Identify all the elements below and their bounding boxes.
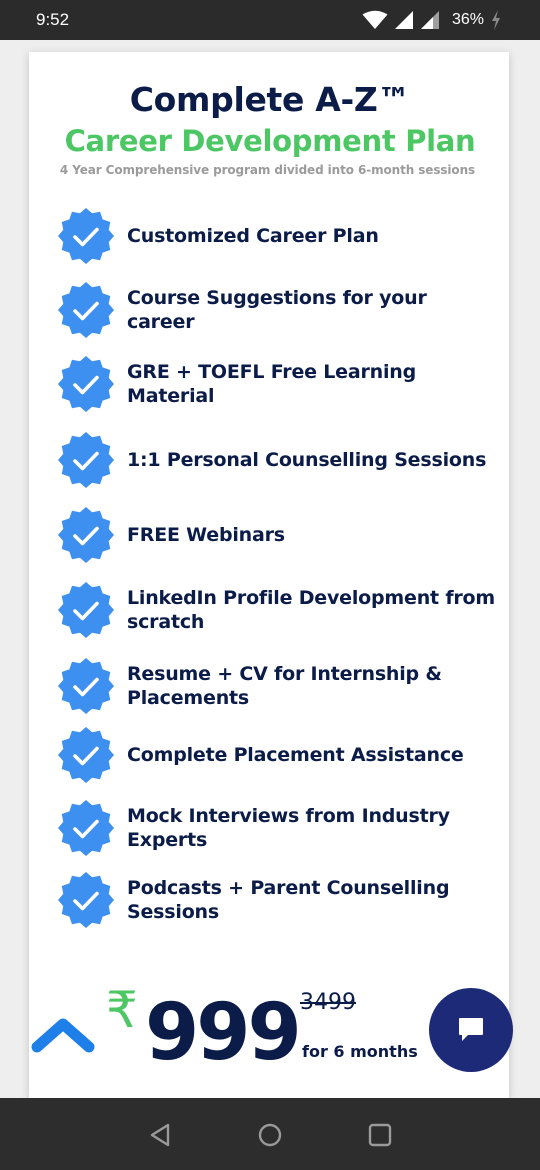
- signal-icon: [394, 11, 413, 29]
- chevron-up-icon: [31, 1018, 95, 1053]
- chat-button[interactable]: [429, 988, 513, 1072]
- verified-check-icon: [58, 658, 114, 714]
- feature-item: GRE + TOEFL Free Learning Material: [56, 354, 501, 414]
- feature-item: LinkedIn Profile Development from scratc…: [56, 580, 501, 640]
- battery-charging-icon: [492, 10, 500, 30]
- price: 999: [145, 988, 302, 1078]
- plan-tagline: 4 Year Comprehensive program divided int…: [59, 163, 476, 177]
- feature-label: Complete Placement Assistance: [127, 744, 464, 766]
- navigation-bar: [0, 1098, 540, 1170]
- verified-check-icon: [58, 282, 114, 338]
- scroll-to-top-button[interactable]: [30, 1012, 96, 1058]
- feature-label: Customized Career Plan: [127, 225, 379, 247]
- battery-percent: 36%: [451, 11, 484, 28]
- verified-check-icon: [58, 800, 114, 856]
- signal-icon: [420, 11, 439, 29]
- feature-item: Podcasts + Parent Counselling Sessions: [56, 870, 501, 930]
- currency-symbol: ₹: [106, 981, 138, 1039]
- verified-check-icon: [58, 872, 114, 928]
- feature-item: Customized Career Plan: [56, 206, 501, 266]
- old-price: 3499: [300, 990, 356, 1015]
- nav-back-button[interactable]: [146, 1120, 176, 1150]
- feature-label: 1:1 Personal Counselling Sessions: [127, 449, 487, 471]
- feature-label: FREE Webinars: [127, 524, 285, 546]
- back-triangle-icon: [150, 1123, 170, 1147]
- verified-check-icon: [58, 507, 114, 563]
- feature-item: Course Suggestions for your career: [56, 280, 501, 340]
- status-icons: 36%: [362, 9, 502, 31]
- feature-label: Mock Interviews from Industry Experts: [127, 805, 450, 851]
- recents-square-icon: [368, 1123, 392, 1147]
- verified-check-icon: [58, 356, 114, 412]
- status-time: 9:52: [36, 10, 70, 29]
- feature-label: Resume + CV for Internship & Placements: [127, 663, 442, 709]
- verified-check-icon: [58, 582, 114, 638]
- feature-label: Course Suggestions for your career: [127, 287, 427, 333]
- feature-label: GRE + TOEFL Free Learning Material: [127, 361, 417, 407]
- plan-subtitle: Career Development Plan: [64, 124, 476, 158]
- feature-item: Mock Interviews from Industry Experts: [56, 798, 501, 858]
- home-circle-icon: [258, 1123, 282, 1147]
- status-bar: 9:52 36%: [0, 0, 540, 40]
- plan-title: Complete A-Z™: [129, 80, 411, 119]
- nav-home-button[interactable]: [255, 1120, 285, 1150]
- chat-bubble-icon: [459, 1018, 483, 1041]
- verified-check-icon: [58, 208, 114, 264]
- nav-recents-button[interactable]: [365, 1120, 395, 1150]
- feature-label: Podcasts + Parent Counselling Sessions: [127, 877, 450, 923]
- feature-label: LinkedIn Profile Development from scratc…: [127, 587, 496, 633]
- feature-item: FREE Webinars: [56, 505, 501, 565]
- verified-check-icon: [58, 727, 114, 783]
- feature-item: 1:1 Personal Counselling Sessions: [56, 430, 501, 490]
- feature-item: Resume + CV for Internship & Placements: [56, 656, 501, 716]
- price-period: for 6 months: [302, 1042, 418, 1061]
- verified-check-icon: [58, 432, 114, 488]
- feature-item: Complete Placement Assistance: [56, 725, 501, 785]
- wifi-icon: [362, 10, 388, 29]
